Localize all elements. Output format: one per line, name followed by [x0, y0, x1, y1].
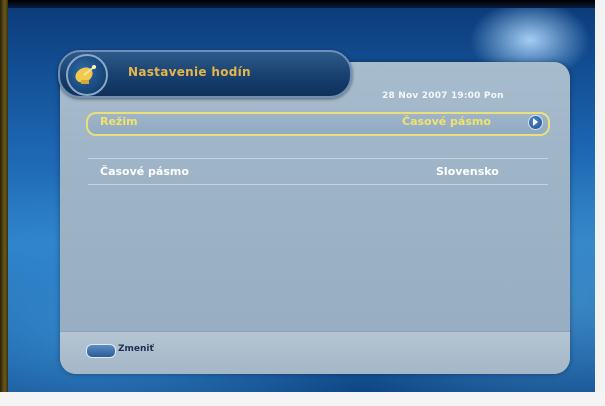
ok-key-icon — [86, 344, 116, 358]
current-datetime: 28 Nov 2007 19:00 Pon — [382, 91, 504, 101]
screen-right-edge — [595, 0, 605, 406]
row-divider — [88, 184, 548, 185]
clock-settings-dialog — [60, 62, 570, 374]
timezone-label: Časové pásmo — [100, 165, 189, 178]
row-divider — [88, 158, 548, 159]
screen-left-edge — [0, 0, 8, 406]
screen-bottom-edge — [0, 392, 605, 406]
dialog-title: Nastavenie hodín — [128, 65, 251, 79]
satellite-dish-icon — [66, 54, 108, 96]
mode-value[interactable]: Časové pásmo — [402, 115, 491, 128]
chevron-right-icon[interactable] — [528, 115, 543, 130]
timezone-value[interactable]: Slovensko — [436, 165, 499, 178]
mode-label: Režim — [100, 115, 138, 128]
screen-top-edge — [0, 0, 605, 8]
footer-hint: Zmeniť — [118, 344, 154, 354]
